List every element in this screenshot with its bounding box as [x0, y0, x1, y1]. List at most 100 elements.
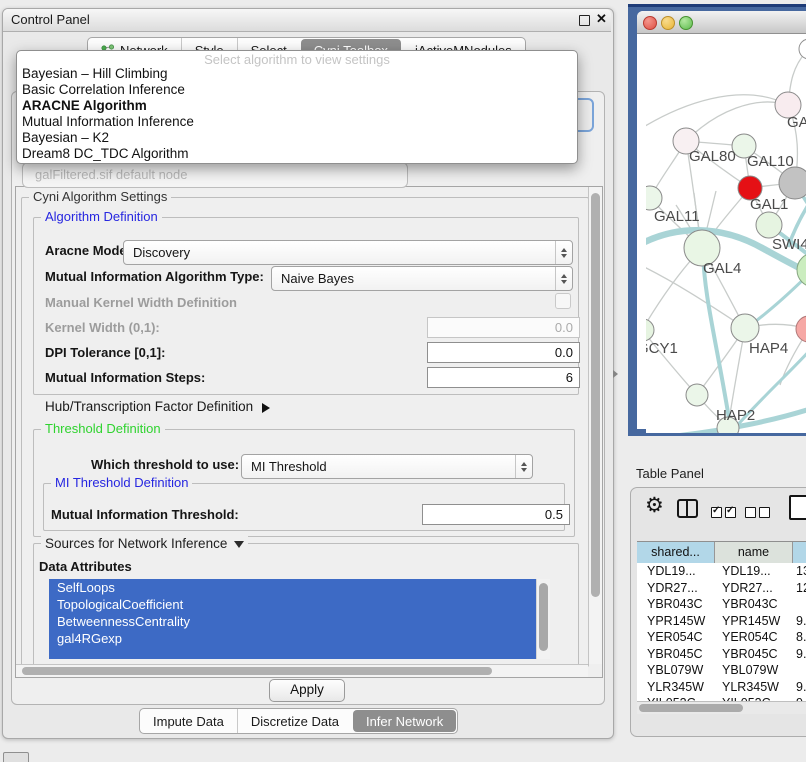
attribute-item[interactable]: TopologicalCoefficient [49, 596, 549, 613]
table-cell[interactable]: 8. [791, 629, 806, 646]
table-cell[interactable]: YDL19... [637, 563, 714, 580]
settings-horizontal-scrollbar[interactable] [16, 664, 588, 677]
attributes-scrollbar-thumb[interactable] [539, 583, 548, 651]
algorithm-option-aracne-algorithm[interactable]: ARACNE Algorithm [17, 98, 577, 114]
splitter-collapse-icon[interactable] [613, 370, 618, 378]
table-row[interactable]: YBR043CYBR043C [637, 596, 806, 613]
attributes-scrollbar[interactable] [536, 579, 550, 659]
table-row[interactable]: YPR145WYPR145W9. [637, 613, 806, 630]
control-panel-titlebar[interactable]: Control Panel ✕ [3, 9, 611, 32]
document-icon[interactable] [789, 495, 806, 520]
close-icon[interactable]: ✕ [596, 11, 607, 27]
table-cell[interactable]: YDR27... [714, 580, 791, 597]
collapsed-arrow-icon[interactable] [262, 403, 270, 413]
table-horizontal-scrollbar[interactable] [637, 701, 806, 714]
close-traffic-light-icon[interactable] [643, 16, 657, 30]
table-cell[interactable]: YLR345W [714, 679, 791, 696]
table-row[interactable]: YDL19...YDL19...13 [637, 563, 806, 580]
network-node[interactable] [796, 316, 806, 342]
network-node[interactable] [756, 212, 782, 238]
table-cell[interactable]: YER054C [637, 629, 714, 646]
table-cell[interactable] [791, 662, 806, 679]
network-node[interactable] [797, 253, 806, 287]
table-cell[interactable]: 9. [791, 679, 806, 696]
column-header-3[interactable] [793, 542, 806, 564]
network-table-combobox[interactable]: galFiltered.sif default node [22, 162, 408, 188]
network-node[interactable] [799, 39, 806, 59]
attribute-item[interactable]: gal4RGexp [49, 630, 549, 647]
manual-kernel-width-checkbox[interactable] [555, 293, 571, 309]
network-window-titlebar[interactable] [637, 11, 806, 34]
algorithm-option-basic-correlation-inference[interactable]: Basic Correlation Inference [17, 82, 577, 98]
show-columns-icon[interactable] [711, 504, 739, 522]
table-cell[interactable]: YBR043C [714, 596, 791, 613]
hub-tf-definition-toggle[interactable]: Hub/Transcription Factor Definition [45, 399, 270, 415]
apply-button[interactable]: Apply [269, 679, 345, 702]
mi-steps-field[interactable]: 6 [427, 367, 580, 388]
attribute-item[interactable]: SelfLoops [49, 579, 549, 596]
table-cell[interactable]: YBR043C [637, 596, 714, 613]
table-cell[interactable]: YER054C [714, 629, 791, 646]
combo-stepper-icon[interactable] [555, 267, 572, 290]
data-attributes-list[interactable]: SelfLoopsTopologicalCoefficientBetweenne… [49, 579, 549, 659]
combo-stepper-icon[interactable] [555, 241, 572, 264]
table-cell[interactable] [791, 596, 806, 613]
algorithm-option-dream8-dc-tdc-algorithm[interactable]: Dream8 DC_TDC Algorithm [17, 146, 577, 162]
node-label: HAP4 [749, 340, 788, 357]
table-cell[interactable]: 9. [791, 646, 806, 663]
table-row[interactable]: YDR27...YDR27...12 [637, 580, 806, 597]
table-cell[interactable]: YBR045C [714, 646, 791, 663]
table-cell[interactable]: YPR145W [637, 613, 714, 630]
table-cell[interactable]: YBR045C [637, 646, 714, 663]
minimize-traffic-light-icon[interactable] [661, 16, 675, 30]
table-cell[interactable]: 13 [791, 563, 806, 580]
mi-algorithm-type-combobox[interactable]: Naive Bayes [271, 266, 573, 291]
kernel-width-field[interactable]: 0.0 [427, 317, 580, 338]
sources-legend-toggle[interactable]: Sources for Network Inference [41, 536, 248, 552]
table-row[interactable]: YBR045CYBR045C9. [637, 646, 806, 663]
hide-columns-icon[interactable] [745, 504, 773, 522]
table-cell[interactable]: YPR145W [714, 613, 791, 630]
combo-stepper-icon[interactable] [515, 455, 532, 478]
zoom-traffic-light-icon[interactable] [679, 16, 693, 30]
network-node[interactable] [686, 384, 708, 406]
attribute-item[interactable] [49, 647, 549, 659]
network-node[interactable] [646, 319, 654, 341]
network-node[interactable] [779, 167, 806, 199]
algorithm-option-bayesian-hill-climbing[interactable]: Bayesian – Hill Climbing [17, 66, 577, 82]
settings-horizontal-scrollbar-thumb[interactable] [22, 667, 492, 675]
settings-vertical-scrollbar[interactable] [588, 187, 602, 664]
network-node[interactable] [731, 314, 759, 342]
table-cell[interactable]: YBL079W [714, 662, 791, 679]
column-header-2[interactable]: name [715, 542, 793, 564]
tab-impute-data[interactable]: Impute Data [140, 709, 237, 733]
algorithm-option-mutual-information-inference[interactable]: Mutual Information Inference [17, 114, 577, 130]
table-row[interactable]: YBL079WYBL079W [637, 662, 806, 679]
attribute-item[interactable]: BetweennessCentrality [49, 613, 549, 630]
mi-threshold-field[interactable]: 0.5 [422, 504, 570, 525]
columns-icon[interactable] [677, 499, 698, 518]
table-cell[interactable]: YBL079W [637, 662, 714, 679]
table-row[interactable]: YER054CYER054C8. [637, 629, 806, 646]
aracne-mode-combobox[interactable]: Discovery [123, 240, 573, 265]
dpi-tolerance-field[interactable]: 0.0 [427, 342, 580, 363]
table-cell[interactable]: YDR27... [637, 580, 714, 597]
table-row[interactable]: YLR345WYLR345W9. [637, 679, 806, 696]
table-horizontal-scrollbar-thumb[interactable] [639, 704, 743, 712]
algorithm-option-bayesian-k2[interactable]: Bayesian – K2 [17, 130, 577, 146]
table-cell[interactable]: YLR345W [637, 679, 714, 696]
gear-icon[interactable]: ⚙ [645, 494, 664, 518]
restore-window-icon[interactable] [579, 15, 590, 26]
tab-infer-network[interactable]: Infer Network [353, 710, 456, 732]
table-cell[interactable]: 9. [791, 613, 806, 630]
settings-vertical-scrollbar-thumb[interactable] [591, 193, 600, 597]
expanded-arrow-icon[interactable] [234, 541, 244, 548]
tab-discretize-data[interactable]: Discretize Data [237, 709, 352, 733]
which-threshold-combobox[interactable]: MI Threshold [241, 454, 533, 479]
column-header-1[interactable]: shared... [637, 542, 715, 564]
network-node[interactable] [646, 186, 662, 210]
table-cell[interactable]: YDL19... [714, 563, 791, 580]
corner-widget[interactable] [3, 752, 29, 762]
table-cell[interactable]: 12 [791, 580, 806, 597]
network-canvas[interactable]: GALGAL80GAL10GAL1GAL11SWI4GAL4GCY1HAP4YH… [646, 37, 806, 433]
